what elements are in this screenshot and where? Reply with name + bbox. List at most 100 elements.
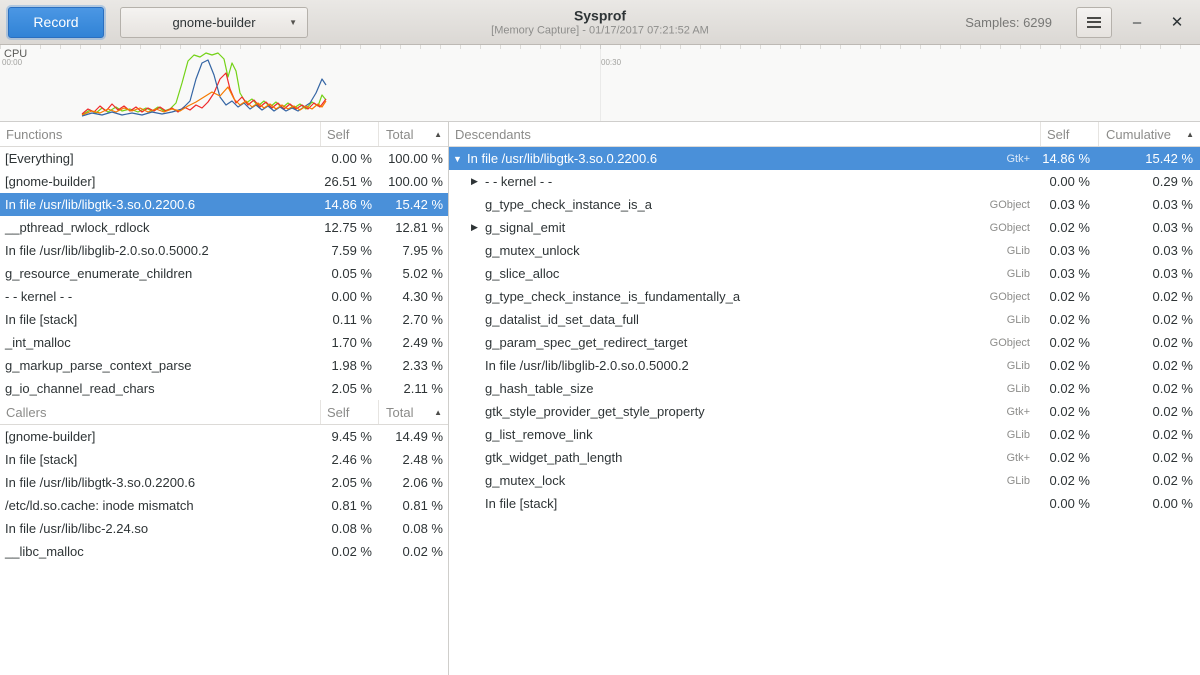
function-row[interactable]: In file /usr/lib/libglib-2.0.so.0.5000.2… (0, 239, 448, 262)
symbol-name: g_mutex_lock (485, 473, 1007, 488)
cumulative-percent: 0.29 % (1098, 174, 1200, 189)
close-button[interactable]: ✕ (1162, 7, 1192, 37)
total-percent: 12.81 % (378, 220, 448, 235)
menu-button[interactable] (1076, 7, 1112, 38)
self-percent: 0.00 % (320, 289, 378, 304)
function-row[interactable]: In file [stack]0.11 %2.70 % (0, 308, 448, 331)
total-percent: 4.30 % (378, 289, 448, 304)
indent-spacer (449, 365, 471, 366)
total-percent: 0.08 % (378, 521, 448, 536)
cpu-usage-graph[interactable]: CPU 00:00 00:30 (0, 45, 1200, 122)
library-badge: GLib (1007, 245, 1040, 257)
cumulative-percent: 0.02 % (1098, 473, 1200, 488)
hamburger-icon (1087, 17, 1101, 28)
function-row[interactable]: _int_malloc1.70 %2.49 % (0, 331, 448, 354)
self-percent: 2.46 % (320, 452, 378, 467)
library-badge: GLib (1007, 314, 1040, 326)
column-header-descendants[interactable]: Descendants (449, 122, 1040, 146)
total-percent: 2.11 % (378, 381, 448, 396)
record-button[interactable]: Record (8, 7, 104, 38)
descendant-row[interactable]: g_type_check_instance_is_fundamentally_a… (449, 285, 1200, 308)
function-row[interactable]: [gnome-builder]26.51 %100.00 % (0, 170, 448, 193)
caller-row[interactable]: [gnome-builder]9.45 %14.49 % (0, 425, 448, 448)
descendant-row[interactable]: gtk_style_provider_get_style_propertyGtk… (449, 400, 1200, 423)
descendant-row[interactable]: ▶g_signal_emitGObject0.02 %0.03 % (449, 216, 1200, 239)
column-header-callers[interactable]: Callers (0, 400, 320, 424)
caller-row[interactable]: In file /usr/lib/libgtk-3.so.0.2200.62.0… (0, 471, 448, 494)
descendant-row[interactable]: ▶- - kernel - -0.00 %0.29 % (449, 170, 1200, 193)
cumulative-percent: 0.02 % (1098, 404, 1200, 419)
function-row[interactable]: [Everything]0.00 %100.00 % (0, 147, 448, 170)
library-badge: GLib (1007, 268, 1040, 280)
self-percent: 0.02 % (1040, 427, 1098, 442)
symbol-name: - - kernel - - (0, 289, 320, 304)
expander-expanded-icon[interactable]: ▼ (453, 154, 467, 164)
samples-count: Samples: 6299 (965, 15, 1052, 30)
caller-row[interactable]: In file /usr/lib/libc-2.24.so0.08 %0.08 … (0, 517, 448, 540)
symbol-name: In file /usr/lib/libglib-2.0.so.0.5000.2 (0, 243, 320, 258)
self-percent: 0.05 % (320, 266, 378, 281)
total-percent: 2.48 % (378, 452, 448, 467)
library-badge: GLib (1007, 360, 1040, 372)
symbol-name: g_slice_alloc (485, 266, 1007, 281)
symbol-name: __libc_malloc (0, 544, 320, 559)
self-percent: 14.86 % (1040, 151, 1098, 166)
symbol-name: g_type_check_instance_is_a (485, 197, 990, 212)
descendant-row[interactable]: g_datalist_id_set_data_fullGLib0.02 %0.0… (449, 308, 1200, 331)
self-percent: 0.02 % (1040, 312, 1098, 327)
symbol-name: [Everything] (0, 151, 320, 166)
indent-spacer (449, 296, 471, 297)
function-row[interactable]: - - kernel - -0.00 %4.30 % (0, 285, 448, 308)
cumulative-percent: 0.03 % (1098, 220, 1200, 235)
symbol-name: g_datalist_id_set_data_full (485, 312, 1007, 327)
symbol-name: In file /usr/lib/libc-2.24.so (0, 521, 320, 536)
column-header-self[interactable]: Self (1040, 122, 1098, 146)
column-header-self[interactable]: Self (320, 122, 378, 146)
symbol-name: In file [stack] (0, 452, 320, 467)
function-row[interactable]: g_io_channel_read_chars2.05 %2.11 % (0, 377, 448, 400)
symbol-name: In file /usr/lib/libgtk-3.so.0.2200.6 (0, 475, 320, 490)
self-percent: 0.03 % (1040, 243, 1098, 258)
column-header-functions[interactable]: Functions (0, 122, 320, 146)
process-selector-dropdown[interactable]: gnome-builder ▼ (120, 7, 308, 38)
indent-spacer (449, 227, 471, 228)
self-percent: 1.70 % (320, 335, 378, 350)
self-percent: 0.03 % (1040, 197, 1098, 212)
descendant-row[interactable]: g_mutex_unlockGLib0.03 %0.03 % (449, 239, 1200, 262)
indent-spacer (449, 273, 471, 274)
function-row[interactable]: In file /usr/lib/libgtk-3.so.0.2200.614.… (0, 193, 448, 216)
column-header-total[interactable]: Total ▲ (378, 122, 448, 146)
descendant-row[interactable]: g_hash_table_sizeGLib0.02 %0.02 % (449, 377, 1200, 400)
function-row[interactable]: __pthread_rwlock_rdlock12.75 %12.81 % (0, 216, 448, 239)
expander-collapsed-icon[interactable]: ▶ (471, 176, 485, 187)
descendant-row[interactable]: g_mutex_lockGLib0.02 %0.02 % (449, 469, 1200, 492)
cumulative-percent: 0.02 % (1098, 427, 1200, 442)
descendant-row[interactable]: gtk_widget_path_lengthGtk+0.02 %0.02 % (449, 446, 1200, 469)
total-percent: 2.49 % (378, 335, 448, 350)
symbol-name: In file /usr/lib/libglib-2.0.so.0.5000.2 (485, 358, 1007, 373)
descendant-row[interactable]: g_param_spec_get_redirect_targetGObject0… (449, 331, 1200, 354)
expander-collapsed-icon[interactable]: ▶ (471, 222, 485, 233)
self-percent: 0.02 % (1040, 289, 1098, 304)
descendant-row[interactable]: g_slice_allocGLib0.03 %0.03 % (449, 262, 1200, 285)
self-percent: 0.02 % (1040, 404, 1098, 419)
descendant-row[interactable]: ▼In file /usr/lib/libgtk-3.so.0.2200.6Gt… (449, 147, 1200, 170)
function-row[interactable]: g_resource_enumerate_children0.05 %5.02 … (0, 262, 448, 285)
descendant-row[interactable]: In file [stack]0.00 %0.00 % (449, 492, 1200, 515)
library-badge: Gtk+ (1006, 452, 1040, 464)
column-header-cumulative[interactable]: Cumulative ▲ (1098, 122, 1200, 146)
caller-row[interactable]: __libc_malloc0.02 %0.02 % (0, 540, 448, 563)
descendant-row[interactable]: g_list_remove_linkGLib0.02 %0.02 % (449, 423, 1200, 446)
total-percent: 7.95 % (378, 243, 448, 258)
self-percent: 0.00 % (1040, 174, 1098, 189)
minimize-button[interactable]: – (1122, 7, 1152, 37)
total-percent: 15.42 % (378, 197, 448, 212)
caller-row[interactable]: /etc/ld.so.cache: inode mismatch0.81 %0.… (0, 494, 448, 517)
column-header-total[interactable]: Total ▲ (378, 400, 448, 424)
descendant-row[interactable]: In file /usr/lib/libglib-2.0.so.0.5000.2… (449, 354, 1200, 377)
descendant-row[interactable]: g_type_check_instance_is_aGObject0.03 %0… (449, 193, 1200, 216)
column-header-self[interactable]: Self (320, 400, 378, 424)
function-row[interactable]: g_markup_parse_context_parse1.98 %2.33 % (0, 354, 448, 377)
caller-row[interactable]: In file [stack]2.46 %2.48 % (0, 448, 448, 471)
symbol-name: g_mutex_unlock (485, 243, 1007, 258)
